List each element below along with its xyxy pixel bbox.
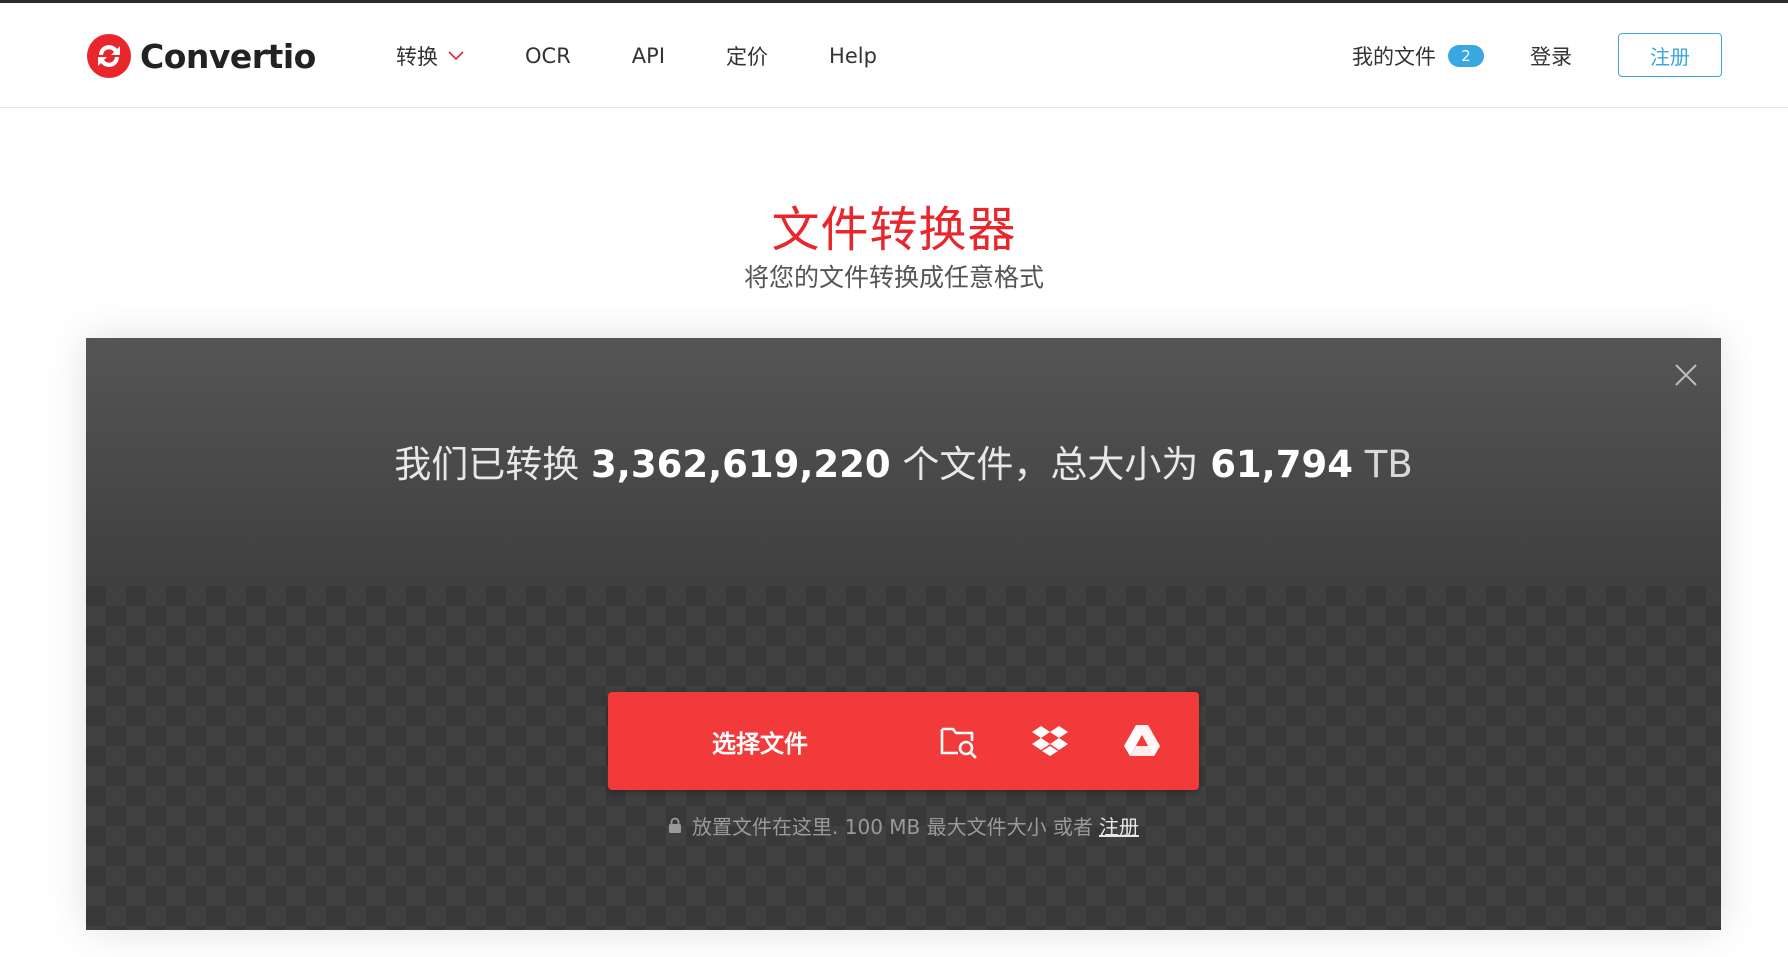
page-subtitle: 将您的文件转换成任意格式	[743, 263, 1044, 292]
google-drive-icon	[1124, 725, 1160, 756]
google-drive-button[interactable]	[1096, 692, 1188, 790]
stats-total-size: 61,794	[1210, 443, 1353, 486]
close-icon[interactable]	[1673, 362, 1699, 388]
folder-search-icon	[940, 727, 977, 759]
my-files-label: 我的文件	[1352, 45, 1436, 69]
brand-name: Convertio	[140, 36, 316, 76]
page-title: 文件转换器	[771, 202, 1017, 258]
chevron-down-icon	[448, 51, 464, 61]
choose-files-button[interactable]: 选择文件	[608, 724, 912, 759]
nav-item-api[interactable]: API	[632, 44, 665, 68]
nav-item-label: Help	[829, 44, 877, 68]
signup-button[interactable]: 注册	[1618, 33, 1722, 77]
stats-files-count: 3,362,619,220	[591, 443, 891, 486]
file-drop-zone[interactable]: 选择文件 放置文件在这里. 100 MB 最大文件大小 或者 注册	[86, 586, 1721, 930]
site-header: Convertio 转换 OCR API 定价 Help 我的文件 2 登录 注…	[0, 3, 1788, 108]
signup-link[interactable]: 注册	[1099, 811, 1139, 840]
my-files-count-badge: 2	[1448, 45, 1484, 67]
choose-files-bar: 选择文件	[608, 692, 1199, 790]
converter-panel: 我们已转换 3,362,619,220 个文件，总大小为 61,794 TB 选…	[86, 338, 1721, 930]
stats-prefix: 我们已转换	[394, 443, 580, 486]
nav-item-help[interactable]: Help	[829, 44, 877, 68]
nav-item-label: API	[631, 44, 666, 68]
stats-unit: TB	[1364, 443, 1413, 486]
my-files-link[interactable]: 我的文件 2	[1352, 41, 1484, 71]
nav-item-convert[interactable]: 转换	[396, 41, 464, 71]
dropbox-icon	[1032, 726, 1068, 756]
dropbox-button[interactable]	[1004, 692, 1096, 790]
main-nav: 转换 OCR API 定价 Help	[396, 39, 938, 73]
nav-item-label: OCR	[525, 44, 571, 68]
nav-item-ocr[interactable]: OCR	[525, 44, 571, 68]
nav-item-pricing[interactable]: 定价	[726, 41, 768, 71]
drop-hint-text: 放置文件在这里. 100 MB 最大文件大小 或者	[692, 815, 1093, 839]
stats-text: 我们已转换 3,362,619,220 个文件，总大小为 61,794 TB	[86, 434, 1721, 488]
nav-item-label: 定价	[726, 45, 769, 69]
stats-banner: 我们已转换 3,362,619,220 个文件，总大小为 61,794 TB	[86, 338, 1721, 586]
lock-icon	[669, 817, 682, 833]
brand-logo[interactable]: Convertio	[86, 31, 316, 81]
drop-hint: 放置文件在这里. 100 MB 最大文件大小 或者 注册	[86, 811, 1721, 840]
stats-middle: 个文件，总大小为	[902, 443, 1199, 486]
nav-item-label: 转换	[396, 45, 438, 69]
login-link[interactable]: 登录	[1530, 41, 1572, 71]
from-url-button[interactable]	[912, 692, 1004, 790]
convertio-logo-icon	[87, 34, 131, 78]
